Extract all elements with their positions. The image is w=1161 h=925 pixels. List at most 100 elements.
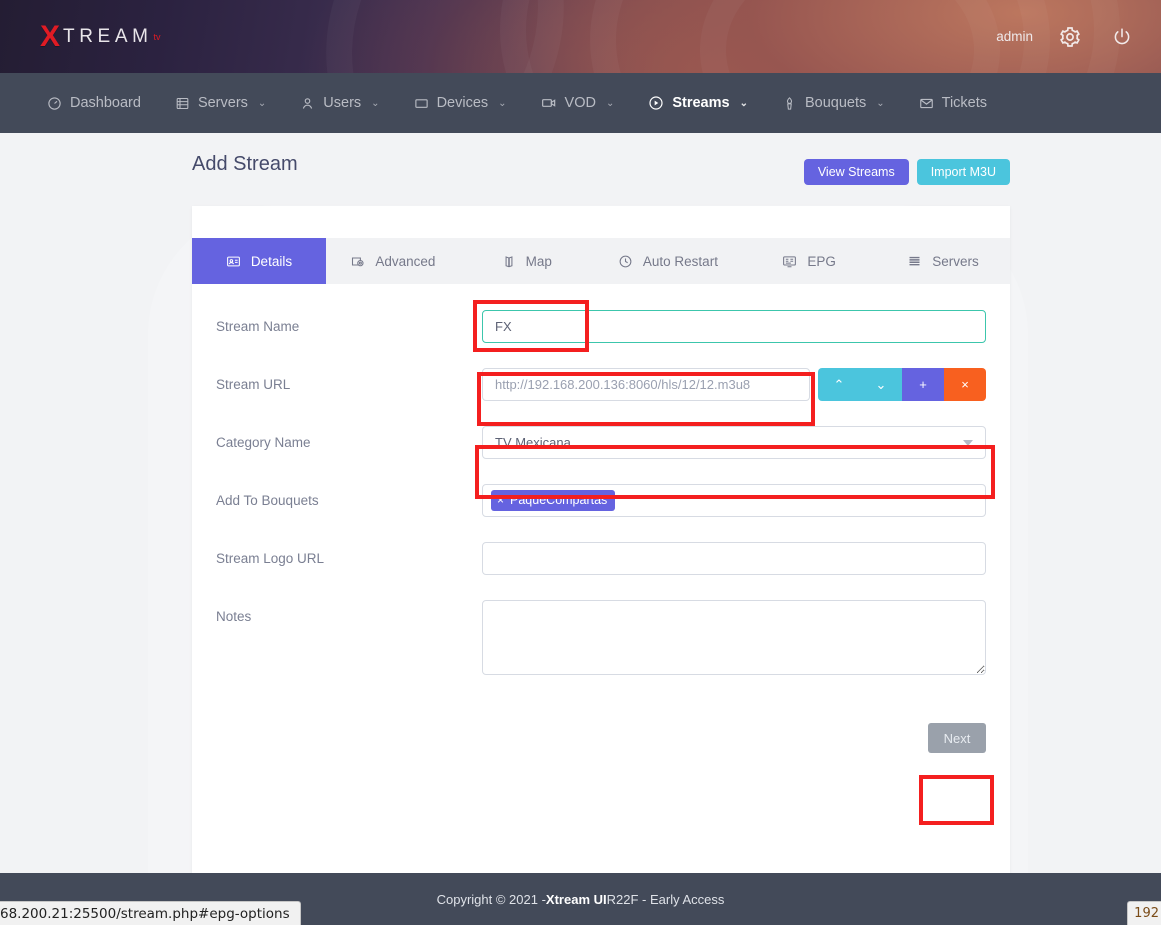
add-to-bouquets-field: × PaqueCompartas: [482, 484, 1010, 517]
browser-status-right: 192: [1127, 901, 1161, 925]
current-username[interactable]: admin: [996, 29, 1033, 44]
page-header-actions: View Streams Import M3U: [804, 159, 1010, 185]
form-tabs: Details Advanced Map: [192, 238, 1010, 284]
stream-logo-url-input[interactable]: [482, 542, 986, 575]
stream-url-group: ⌃ ⌄ + ×: [482, 368, 986, 401]
device-icon: [414, 96, 429, 111]
remove-url-button[interactable]: ×: [944, 368, 986, 401]
move-up-button[interactable]: ⌃: [818, 368, 860, 401]
category-name-value: TV Mexicana: [495, 435, 571, 450]
nav-label: Streams: [672, 95, 729, 111]
next-button[interactable]: Next: [928, 723, 986, 753]
id-card-icon: [226, 254, 241, 269]
tab-advanced[interactable]: Advanced: [326, 238, 460, 284]
stream-name-label: Stream Name: [192, 310, 482, 334]
add-url-button[interactable]: +: [902, 368, 944, 401]
chevron-down-icon: ⌄: [371, 98, 379, 109]
nav-label: Bouquets: [805, 95, 866, 111]
map-icon: [502, 254, 516, 269]
nav-item-users[interactable]: Users ⌄: [283, 73, 396, 133]
app-root: X TREAM tv admin: [0, 0, 1161, 925]
clock-icon: [618, 254, 633, 269]
nav-item-tickets[interactable]: Tickets: [902, 73, 1004, 133]
gear-icon[interactable]: [1055, 22, 1085, 52]
tab-details[interactable]: Details: [192, 238, 326, 284]
form-actions: Next: [192, 705, 1010, 753]
add-stream-form: Stream Name Stream URL ⌃ ⌄ +: [192, 284, 1010, 753]
tab-label: Map: [526, 254, 552, 269]
tab-epg[interactable]: EPG: [742, 238, 876, 284]
stream-logo-url-label: Stream Logo URL: [192, 542, 482, 566]
tab-map[interactable]: Map: [460, 238, 594, 284]
browser-status-link: 68.200.21:25500/stream.php#epg-options: [0, 901, 301, 925]
chevron-down-icon: ⌄: [876, 98, 884, 109]
card-top-padding: [192, 206, 1010, 238]
bouquet-tag[interactable]: × PaqueCompartas: [491, 490, 615, 511]
stream-url-input[interactable]: [482, 368, 810, 401]
nav-item-vod[interactable]: VOD ⌄: [524, 73, 632, 133]
tab-label: Advanced: [375, 254, 435, 269]
logo-tm-mark: tv: [154, 32, 161, 42]
power-icon[interactable]: [1107, 22, 1137, 52]
add-stream-card: Details Advanced Map: [192, 206, 1010, 925]
header-right-controls: admin: [996, 0, 1137, 73]
tab-label: Auto Restart: [643, 254, 718, 269]
import-m3u-button[interactable]: Import M3U: [917, 159, 1010, 185]
bouquets-tag-input[interactable]: × PaqueCompartas: [482, 484, 986, 517]
chevron-down-icon: [963, 440, 973, 446]
bouquet-tag-label: PaqueCompartas: [510, 493, 607, 507]
tab-auto-restart[interactable]: Auto Restart: [594, 238, 742, 284]
decorative-swoosh: [700, 0, 1000, 73]
chevron-down-icon: ⌄: [258, 98, 266, 109]
nav-item-streams[interactable]: Streams ⌄: [631, 73, 765, 133]
stream-url-buttons: ⌃ ⌄ + ×: [818, 368, 986, 401]
move-down-button[interactable]: ⌄: [860, 368, 902, 401]
logo-x-mark: X: [40, 22, 60, 52]
tab-label: Details: [251, 254, 292, 269]
tab-label: Servers: [932, 254, 979, 269]
epg-screen-icon: [782, 254, 797, 269]
nav-label: VOD: [565, 95, 596, 111]
tab-servers[interactable]: Servers: [876, 238, 1010, 284]
nav-item-dashboard[interactable]: Dashboard: [30, 73, 158, 133]
envelope-icon: [919, 96, 934, 111]
chevron-down-icon: ⌄: [498, 98, 506, 109]
video-icon: [541, 95, 557, 111]
advanced-gear-icon: [350, 254, 365, 269]
copyright-prefix: Copyright © 2021 -: [437, 892, 546, 907]
page-content: Add Stream View Streams Import M3U Detai…: [0, 133, 1161, 873]
notes-field: [482, 600, 1010, 680]
add-to-bouquets-label: Add To Bouquets: [192, 484, 482, 508]
view-streams-button[interactable]: View Streams: [804, 159, 909, 185]
page-header: Add Stream View Streams Import M3U: [192, 153, 1010, 205]
nav-item-servers[interactable]: Servers ⌄: [158, 73, 283, 133]
nav-items: Dashboard Servers ⌄ Users ⌄: [0, 73, 1004, 133]
row-notes: Notes: [192, 600, 1010, 680]
nav-item-devices[interactable]: Devices ⌄: [397, 73, 524, 133]
row-stream-name: Stream Name: [192, 310, 1010, 343]
play-circle-icon: [648, 95, 664, 111]
xtream-logo[interactable]: X TREAM tv: [40, 22, 161, 52]
copyright-suffix: R22F - Early Access: [607, 892, 725, 907]
remove-tag-icon[interactable]: ×: [497, 493, 504, 507]
stream-name-field: [482, 310, 1010, 343]
category-name-field: TV Mexicana: [482, 426, 1010, 459]
user-icon: [300, 96, 315, 111]
chevron-down-icon: ⌄: [606, 98, 614, 109]
notes-textarea[interactable]: [482, 600, 986, 675]
category-name-label: Category Name: [192, 426, 482, 450]
nav-item-bouquets[interactable]: Bouquets ⌄: [765, 73, 902, 133]
stream-name-input[interactable]: [482, 310, 986, 343]
nav-label: Tickets: [942, 95, 987, 111]
speedometer-icon: [47, 96, 62, 111]
nav-label: Servers: [198, 95, 248, 111]
logo-wordmark: TREAM: [63, 22, 153, 52]
category-name-select[interactable]: TV Mexicana: [482, 426, 986, 459]
row-category-name: Category Name TV Mexicana: [192, 426, 1010, 459]
servers-stack-icon: [907, 254, 922, 269]
nav-label: Dashboard: [70, 95, 141, 111]
notes-label: Notes: [192, 600, 482, 624]
chevron-down-icon: ⌄: [740, 98, 748, 109]
decorative-swoosh: [289, 0, 600, 73]
bouquet-icon: [782, 96, 797, 111]
